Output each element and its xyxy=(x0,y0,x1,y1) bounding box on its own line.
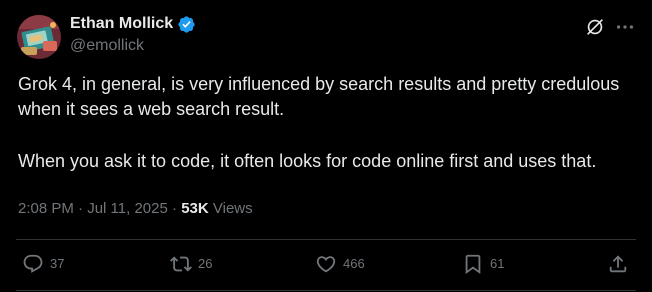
more-options-icon[interactable] xyxy=(614,16,636,38)
repost-count: 26 xyxy=(198,256,213,271)
divider xyxy=(16,290,636,291)
repost-button[interactable]: 26 xyxy=(170,252,212,276)
share-icon xyxy=(607,253,629,275)
avatar[interactable] xyxy=(17,15,61,59)
bookmark-button[interactable]: 61 xyxy=(462,252,504,276)
reply-icon xyxy=(22,253,44,275)
grok-icon[interactable] xyxy=(584,16,606,38)
like-count: 466 xyxy=(343,256,365,271)
repost-icon xyxy=(170,253,192,275)
meta-separator: · xyxy=(172,200,178,217)
divider xyxy=(16,239,636,240)
tweet-date[interactable]: Jul 11, 2025 xyxy=(87,200,168,217)
views-count: 53K xyxy=(181,200,209,217)
tweet-paragraph: When you ask it to code, it often looks … xyxy=(18,151,597,171)
meta-separator: · xyxy=(78,200,84,217)
bookmark-icon xyxy=(462,253,484,275)
avatar-image xyxy=(17,15,61,59)
tweet-text: Grok 4, in general, is very influenced b… xyxy=(18,72,634,174)
like-icon xyxy=(315,253,337,275)
tweet-paragraph: Grok 4, in general, is very influenced b… xyxy=(18,74,620,119)
share-button[interactable] xyxy=(607,252,629,276)
bookmark-count: 61 xyxy=(490,256,505,271)
tweet-meta: 2:08 PM · Jul 11, 2025 · 53K Views xyxy=(18,199,253,219)
reply-button[interactable]: 37 xyxy=(22,252,64,276)
author-handle[interactable]: @emollick xyxy=(70,36,144,56)
verified-badge-icon[interactable] xyxy=(177,15,196,34)
views-label: Views xyxy=(212,200,253,217)
like-button[interactable]: 466 xyxy=(315,252,365,276)
author-display-name[interactable]: Ethan Mollick xyxy=(70,14,173,34)
author-name-row: Ethan Mollick xyxy=(70,14,196,34)
tweet-time[interactable]: 2:08 PM xyxy=(18,200,74,217)
reply-count: 37 xyxy=(50,256,65,271)
